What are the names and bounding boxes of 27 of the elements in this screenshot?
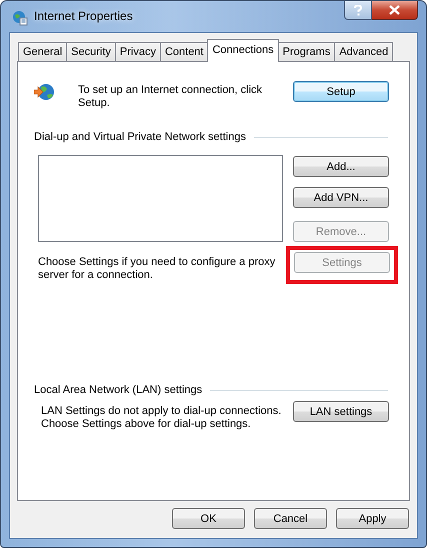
help-button[interactable]	[344, 1, 372, 20]
setup-button[interactable]: Setup	[293, 81, 389, 102]
instruction-text: To set up an Internet connection, click Setup.	[78, 84, 262, 110]
tab[interactable]: Connections	[207, 39, 279, 62]
button[interactable]: Apply	[336, 508, 409, 529]
button[interactable]: Add...	[293, 156, 389, 177]
question-mark-icon	[354, 4, 362, 16]
button[interactable]: Add VPN...	[293, 187, 389, 208]
section-heading: Dial-up and Virtual Private Network settings	[34, 131, 246, 143]
instruction-text: Choose Settings if you need to configure a proxy server for a connection.	[38, 256, 276, 282]
button[interactable]: OK	[172, 508, 245, 529]
tab[interactable]: Programs	[278, 42, 334, 61]
close-icon	[389, 5, 400, 15]
tab[interactable]: Content	[160, 42, 208, 61]
tab[interactable]: Privacy	[114, 42, 160, 61]
connections-list[interactable]	[38, 155, 283, 242]
window-title: Internet Properties	[34, 9, 133, 23]
close-button[interactable]	[372, 1, 418, 20]
button[interactable]: Cancel	[254, 508, 327, 529]
lan-settings-button[interactable]: LAN settings	[293, 401, 389, 422]
globe-document-icon	[12, 10, 28, 26]
instruction-text: LAN Settings do not apply to dial-up connections. Choose Settings above for dial-up settings.	[41, 405, 282, 431]
tab[interactable]: General	[18, 42, 66, 61]
section-heading: Local Area Network (LAN) settings	[34, 384, 202, 396]
tab[interactable]: Advanced	[334, 42, 394, 61]
tab[interactable]: Security	[66, 42, 115, 61]
globe-arrow-icon	[34, 82, 54, 102]
